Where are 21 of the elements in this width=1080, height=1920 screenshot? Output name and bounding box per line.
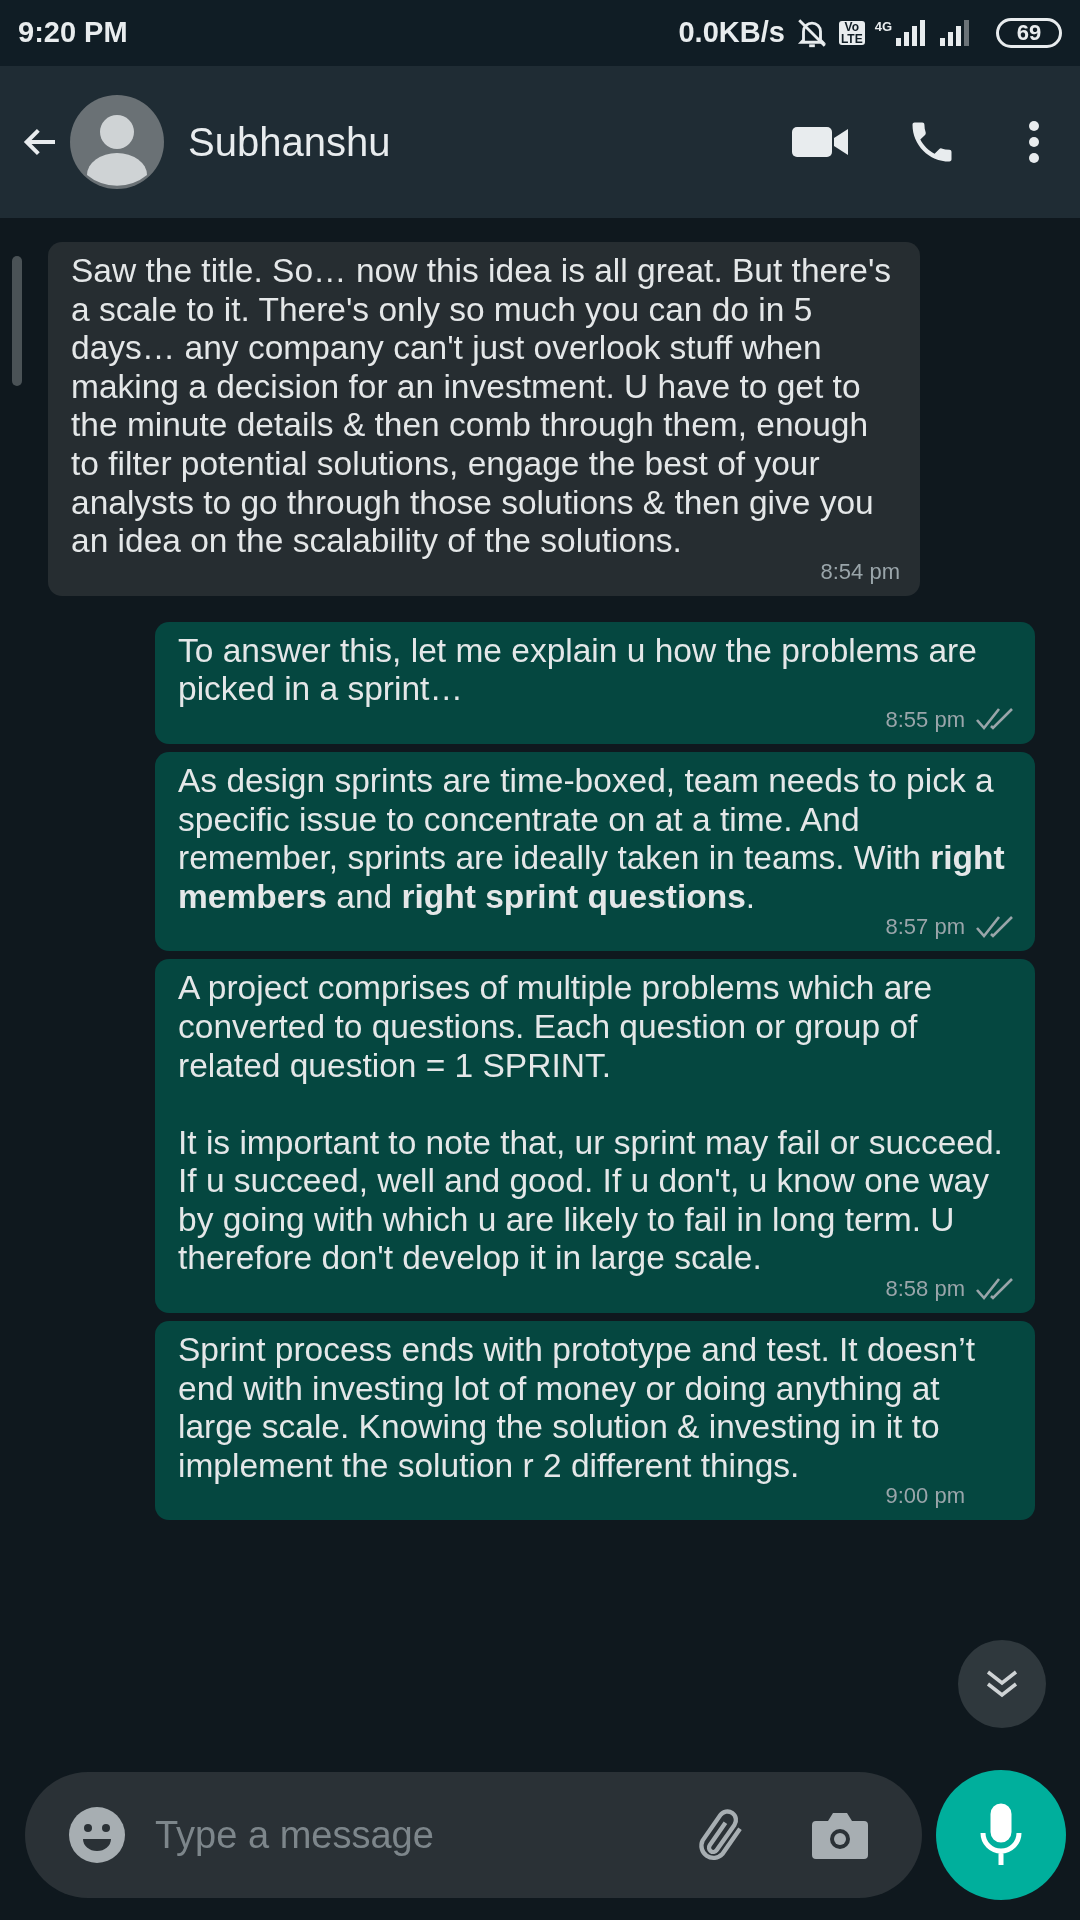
emoji-icon[interactable] xyxy=(69,1807,125,1863)
network-speed: 0.0KB/s xyxy=(678,15,785,51)
double-chevron-icon xyxy=(985,1669,1019,1699)
signal-icon xyxy=(894,20,928,46)
avatar-icon[interactable] xyxy=(70,95,164,189)
contact-name[interactable]: Subhanshu xyxy=(188,112,391,172)
network-type: 4G xyxy=(874,20,892,33)
message-field[interactable]: Type a message xyxy=(155,1806,691,1864)
scrollbar-thumb[interactable] xyxy=(12,256,22,386)
message-bubble[interactable] xyxy=(155,751,1035,952)
message-bubble[interactable] xyxy=(155,959,1035,1314)
menu-icon[interactable] xyxy=(1028,120,1040,164)
message-bubble[interactable]: To answer this, let me explain u how the problems are picked in a sprint… 8:55 pm xyxy=(155,621,1035,744)
volte-badge: Vo LTE xyxy=(838,21,865,45)
message-input[interactable]: Type a message xyxy=(25,1772,923,1898)
camera-icon[interactable] xyxy=(812,1811,869,1859)
status-time: 9:20 PM xyxy=(18,15,128,51)
video-call-icon[interactable] xyxy=(792,124,850,160)
message-bubble[interactable] xyxy=(155,1321,1035,1521)
battery-indicator: 69 xyxy=(996,18,1062,48)
message-bubble[interactable] xyxy=(48,242,920,596)
